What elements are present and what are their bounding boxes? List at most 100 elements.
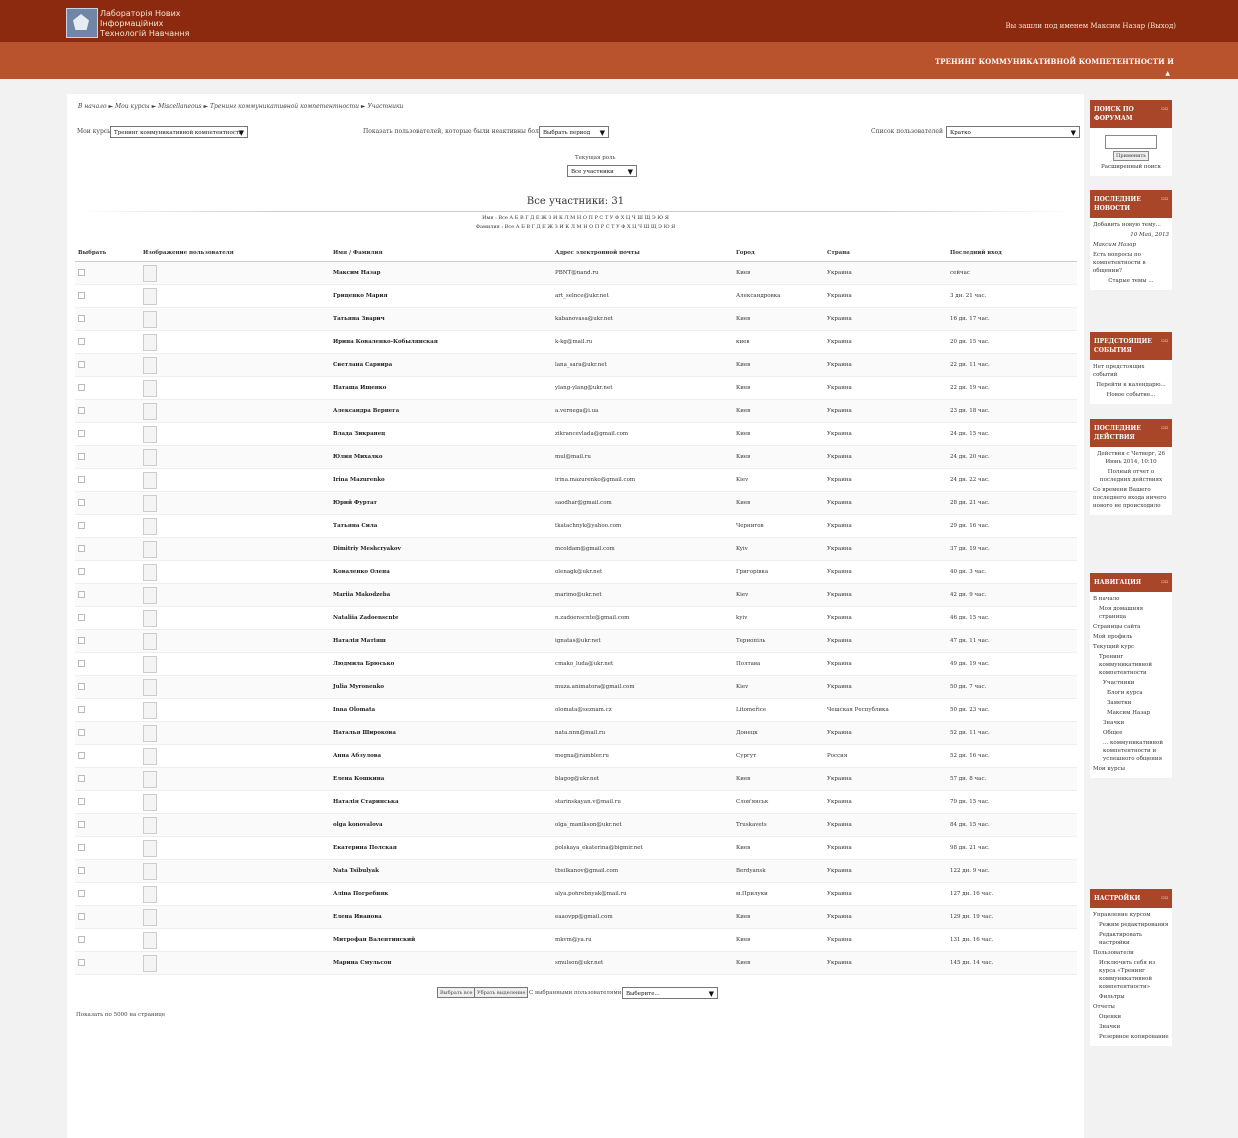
- row-checkbox[interactable]: [78, 521, 85, 529]
- advanced-search-link[interactable]: Расширенный поиск: [1093, 163, 1169, 171]
- user-avatar-icon[interactable]: [143, 402, 157, 420]
- settings-item[interactable]: Управление курсом: [1093, 911, 1169, 919]
- row-checkbox[interactable]: [78, 475, 85, 483]
- login-info[interactable]: Вы зашли под именем Максим Назар (Выход): [1005, 22, 1176, 30]
- settings-item[interactable]: Пользователи: [1093, 949, 1169, 957]
- nav-item[interactable]: Страницы сайта: [1093, 623, 1169, 631]
- user-avatar-icon[interactable]: [143, 655, 157, 673]
- user-avatar-icon[interactable]: [143, 494, 157, 512]
- row-checkbox[interactable]: [78, 544, 85, 552]
- nav-item[interactable]: Заметки: [1093, 699, 1169, 707]
- user-avatar-icon[interactable]: [143, 793, 157, 811]
- nav-item[interactable]: Общее: [1093, 729, 1169, 737]
- user-name-link[interactable]: Irina Mazurenko: [333, 477, 385, 483]
- user-name-link[interactable]: Влада Зикранец: [333, 431, 385, 437]
- nav-item[interactable]: В начало: [1093, 595, 1169, 603]
- column-header[interactable]: Страна: [824, 244, 947, 262]
- full-report-link[interactable]: Полный отчет о последних действиях: [1093, 468, 1169, 484]
- user-avatar-icon[interactable]: [143, 540, 157, 558]
- row-checkbox[interactable]: [78, 912, 85, 920]
- user-name-link[interactable]: Гриценко Мария: [333, 293, 388, 299]
- block-controls-icon[interactable]: ▫▫: [1161, 578, 1168, 587]
- user-avatar-icon[interactable]: [143, 586, 157, 604]
- nav-item[interactable]: Блоги курса: [1093, 689, 1169, 697]
- row-checkbox[interactable]: [78, 820, 85, 828]
- user-avatar-icon[interactable]: [143, 724, 157, 742]
- row-checkbox[interactable]: [78, 590, 85, 598]
- nav-item[interactable]: Мой профиль: [1093, 633, 1169, 641]
- column-header[interactable]: Последний вход: [947, 244, 1077, 262]
- user-avatar-icon[interactable]: [143, 310, 157, 328]
- user-name-link[interactable]: Татьяна Зварич: [333, 316, 385, 322]
- user-avatar-icon[interactable]: [143, 678, 157, 696]
- nav-item[interactable]: Значки: [1093, 719, 1169, 727]
- user-avatar-icon[interactable]: [143, 839, 157, 857]
- user-name-link[interactable]: Mariia Makodzeba: [333, 592, 390, 598]
- nav-item[interactable]: ... коммуникативной компетентности и усп…: [1093, 739, 1169, 763]
- user-avatar-icon[interactable]: [143, 908, 157, 926]
- with-selected-select[interactable]: Выберите... ▼: [622, 987, 718, 999]
- user-avatar-icon[interactable]: [143, 425, 157, 443]
- user-avatar-icon[interactable]: [143, 563, 157, 581]
- user-avatar-icon[interactable]: [143, 770, 157, 788]
- row-checkbox[interactable]: [78, 797, 85, 805]
- user-name-link[interactable]: Nataliia Zadoenscnte: [333, 615, 399, 621]
- row-checkbox[interactable]: [78, 636, 85, 644]
- row-checkbox[interactable]: [78, 728, 85, 736]
- row-checkbox[interactable]: [78, 774, 85, 782]
- user-name-link[interactable]: Елена Иванова: [333, 914, 382, 920]
- user-name-link[interactable]: Анна Абзулова: [333, 753, 381, 759]
- column-header[interactable]: Город: [733, 244, 824, 262]
- user-name-link[interactable]: Марина Смульсон: [333, 960, 391, 966]
- user-name-link[interactable]: Наталья Широкова: [333, 730, 396, 736]
- settings-item[interactable]: Отчеты: [1093, 1003, 1169, 1011]
- forum-search-input[interactable]: [1105, 135, 1157, 149]
- nav-item[interactable]: Мои курсы: [1093, 765, 1169, 773]
- user-name-link[interactable]: Dimitriy Meshcryakov: [333, 546, 401, 552]
- settings-item[interactable]: Исключить себя из курса «Тренинг коммуни…: [1093, 959, 1169, 991]
- row-checkbox[interactable]: [78, 889, 85, 897]
- user-name-link[interactable]: Наталія Старинська: [333, 799, 399, 805]
- column-header[interactable]: Изображение пользователя: [140, 244, 330, 262]
- inactive-period-select[interactable]: Выбрать период ▼: [539, 126, 609, 138]
- site-name[interactable]: Лабораторія Нових Інформаційних Технолог…: [100, 9, 189, 39]
- user-avatar-icon[interactable]: [143, 379, 157, 397]
- select-all-button[interactable]: Выбрать все: [437, 987, 476, 998]
- nav-item[interactable]: Максим Назар: [1093, 709, 1169, 717]
- user-avatar-icon[interactable]: [143, 448, 157, 466]
- user-name-link[interactable]: olga konovalova: [333, 822, 383, 828]
- row-checkbox[interactable]: [78, 659, 85, 667]
- user-avatar-icon[interactable]: [143, 885, 157, 903]
- go-to-calendar-link[interactable]: Перейти к календарю...: [1093, 381, 1169, 389]
- user-name-link[interactable]: Светлана Сарвира: [333, 362, 392, 368]
- settings-item[interactable]: Редактировать настройки: [1093, 931, 1169, 947]
- my-courses-select[interactable]: Тренинг коммуникативной компетентности ▼: [110, 126, 248, 138]
- add-topic-link[interactable]: Добавить новую тему...: [1093, 221, 1169, 229]
- block-controls-icon[interactable]: ▫▫: [1161, 424, 1168, 433]
- user-list-select[interactable]: Кратко ▼: [946, 126, 1080, 138]
- lastname-filter[interactable]: Фамилия : Все А Б В Г Д Е Ж З И К Л М Н …: [67, 224, 1084, 230]
- user-name-link[interactable]: Максим Назар: [333, 270, 380, 276]
- row-checkbox[interactable]: [78, 613, 85, 621]
- column-header[interactable]: Выбрать: [75, 244, 140, 262]
- user-name-link[interactable]: Юлия Михалко: [333, 454, 383, 460]
- show-all-link[interactable]: Показать по 5000 на странице: [76, 1012, 165, 1018]
- row-checkbox[interactable]: [78, 429, 85, 437]
- user-avatar-icon[interactable]: [143, 816, 157, 834]
- course-banner[interactable]: ТРЕНИНГ КОММУНИКАТИВНОЙ КОМПЕТЕНТНОСТИ И: [935, 57, 1174, 66]
- row-checkbox[interactable]: [78, 498, 85, 506]
- column-header[interactable]: Адрес электронной почты: [552, 244, 733, 262]
- row-checkbox[interactable]: [78, 958, 85, 966]
- row-checkbox[interactable]: [78, 751, 85, 759]
- user-avatar-icon[interactable]: [143, 701, 157, 719]
- nav-item[interactable]: Участники: [1093, 679, 1169, 687]
- user-name-link[interactable]: Юрий Фуртат: [333, 500, 377, 506]
- nav-item[interactable]: Моя домашняя страница: [1093, 605, 1169, 621]
- user-name-link[interactable]: Nata Tsibulyak: [333, 868, 379, 874]
- user-name-link[interactable]: Аліна Погребняк: [333, 891, 388, 897]
- user-avatar-icon[interactable]: [143, 287, 157, 305]
- block-controls-icon[interactable]: ▫▫: [1161, 105, 1168, 114]
- user-name-link[interactable]: Наталія Матіяш: [333, 638, 386, 644]
- user-name-link[interactable]: Коваленко Олена: [333, 569, 390, 575]
- row-checkbox[interactable]: [78, 452, 85, 460]
